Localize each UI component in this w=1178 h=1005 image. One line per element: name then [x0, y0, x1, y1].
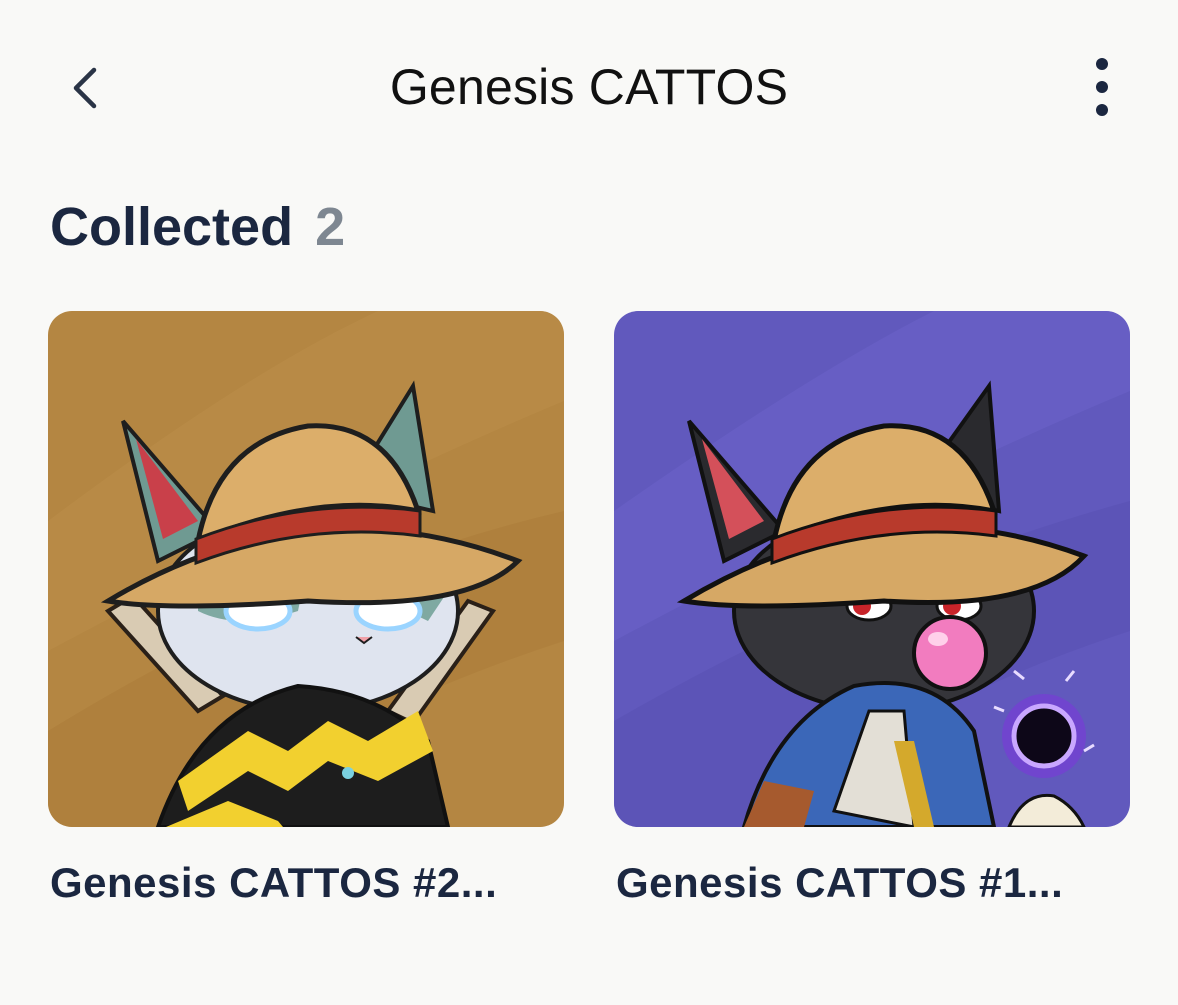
- app-header: Genesis CATTOS: [0, 0, 1178, 175]
- nft-thumbnail: [48, 311, 564, 827]
- nft-name: Genesis CATTOS #2...: [50, 859, 498, 906]
- more-options-button[interactable]: [1078, 50, 1126, 126]
- collected-count: 2: [315, 197, 346, 257]
- nft-card[interactable]: Genesis CATTOS #2...: [48, 311, 564, 906]
- page-title: Genesis CATTOS: [389, 59, 789, 115]
- nft-name: Genesis CATTOS #1...: [616, 859, 1064, 906]
- nft-thumbnail: [614, 311, 1130, 827]
- section-title-label: Collected: [50, 197, 294, 257]
- section-heading: Collected 2: [50, 196, 345, 258]
- nft-card[interactable]: Genesis CATTOS #1...: [614, 311, 1130, 906]
- more-vertical-icon: [1096, 58, 1108, 116]
